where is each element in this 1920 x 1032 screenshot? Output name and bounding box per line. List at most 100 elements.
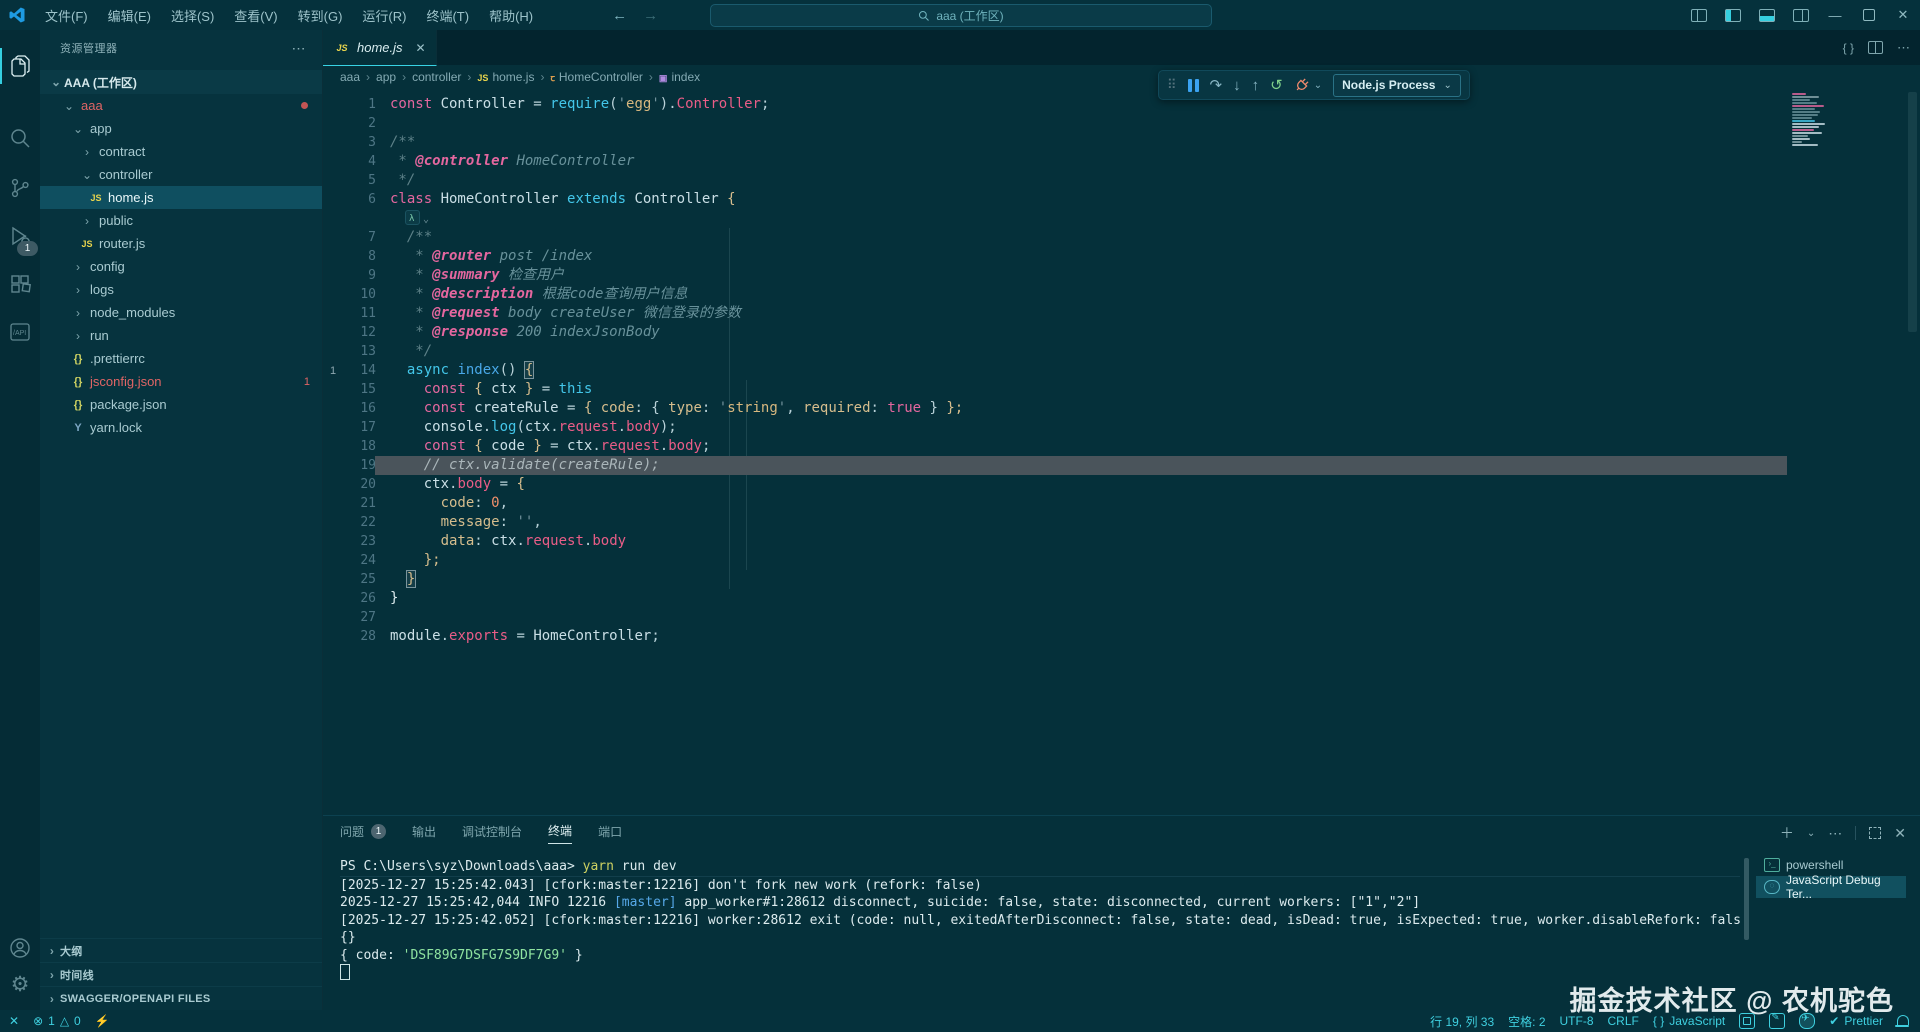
restart-icon[interactable]: ↺ — [1270, 78, 1283, 93]
tree-item-contract[interactable]: ›contract — [40, 140, 322, 163]
minimize-button[interactable]: — — [1818, 0, 1852, 30]
nav-back-icon[interactable]: ← — [612, 7, 627, 24]
menu-item-3[interactable]: 查看(V) — [225, 3, 286, 28]
command-center-search[interactable]: aaa (工作区) — [710, 4, 1212, 27]
tree-item-label: run — [90, 328, 109, 343]
pause-icon[interactable] — [1188, 79, 1199, 92]
code-line: 7 /** — [322, 228, 1920, 247]
close-panel-icon[interactable]: ✕ — [1894, 825, 1906, 842]
activity-extensions-icon[interactable] — [0, 262, 40, 306]
status-misc-icon[interactable]: ⚡ — [88, 1010, 117, 1032]
tree-item-router.js[interactable]: JSrouter.js — [40, 232, 322, 255]
tree-item-label: .prettierrc — [90, 351, 145, 366]
terminal-instance-1[interactable]: ◌JavaScript Debug Ter... — [1756, 876, 1906, 898]
activity-run-debug-icon[interactable]: 1 — [0, 214, 40, 258]
tab-close-icon[interactable]: ✕ — [416, 41, 426, 55]
toggle-sidebar-icon[interactable] — [1716, 0, 1750, 30]
tree-item-jsconfig.json[interactable]: {}jsconfig.json1 — [40, 370, 322, 393]
close-button[interactable]: ✕ — [1886, 0, 1920, 30]
debug-session-select[interactable]: Node.js Process ⌄ — [1333, 74, 1461, 97]
status-cursor-position[interactable]: 行 19, 列 33 — [1423, 1010, 1501, 1032]
toggle-panel-icon[interactable] — [1750, 0, 1784, 30]
code-line: 24 }; — [322, 551, 1920, 570]
search-icon — [918, 10, 930, 22]
status-indentation[interactable]: 空格: 2 — [1501, 1010, 1552, 1032]
step-out-icon[interactable]: ↑ — [1252, 78, 1260, 93]
chevron-down-icon[interactable]: ⌄ — [1314, 80, 1322, 91]
sidebar-section-1[interactable]: ›时间线 — [40, 962, 322, 986]
sidebar-section-2[interactable]: ›SWAGGER/OPENAPI FILES — [40, 986, 322, 1010]
code-line: 4 * @controller HomeController — [322, 152, 1920, 171]
menu-item-6[interactable]: 终端(T) — [417, 3, 478, 28]
code-line: 25 } — [322, 570, 1920, 589]
tree-item-label: yarn.lock — [90, 420, 142, 435]
breadcrumb-item-1[interactable]: app — [376, 70, 396, 84]
tree-item-package.json[interactable]: {}package.json — [40, 393, 322, 416]
explorer-more-actions-icon[interactable]: ⋯ — [292, 40, 307, 57]
terminal-profile-chevron-icon[interactable]: ⌄ — [1807, 828, 1815, 839]
restore-button[interactable] — [1852, 0, 1886, 30]
breadcrumb-item-0[interactable]: aaa — [340, 70, 360, 84]
toggle-secondary-sidebar-icon[interactable] — [1784, 0, 1818, 30]
code-line: 15 const { ctx } = this — [322, 380, 1920, 399]
line-number: 12 — [322, 323, 376, 342]
menu-item-0[interactable]: 文件(F) — [36, 3, 97, 28]
tree-item-home.js[interactable]: JShome.js — [40, 186, 322, 209]
tree-item-.prettierrc[interactable]: {}.prettierrc — [40, 347, 322, 370]
panel-tab-2[interactable]: 调试控制台 — [462, 823, 522, 844]
activity-source-control-icon[interactable] — [0, 166, 40, 210]
activity-search-icon[interactable] — [0, 116, 40, 160]
menu-item-4[interactable]: 转到(G) — [289, 3, 352, 28]
chevron-down-icon[interactable]: ⌄ — [423, 214, 429, 225]
panel-tab-4[interactable]: 端口 — [598, 823, 622, 844]
tab-home-js[interactable]: JS home.js ✕ — [322, 30, 437, 66]
drag-grip-icon[interactable]: ⠿ — [1167, 77, 1177, 93]
tree-item-config[interactable]: ›config — [40, 255, 322, 278]
minimap[interactable] — [1788, 92, 1840, 147]
format-braces-icon[interactable]: { } — [1843, 41, 1854, 55]
remote-indicator-icon[interactable]: ✕ — [2, 1010, 26, 1032]
terminal-output[interactable]: PS C:\Users\syz\Downloads\aaa> yarn run … — [340, 858, 1740, 984]
swagger-codelens-icon[interactable] — [405, 210, 420, 225]
problems-status[interactable]: ⊗ 1 △ 0 — [26, 1010, 88, 1032]
tree-item-controller[interactable]: ⌄controller — [40, 163, 322, 186]
breadcrumb-item-4[interactable]: ꞇHomeController — [550, 70, 642, 84]
maximize-panel-icon[interactable] — [1869, 827, 1881, 839]
breadcrumb-item-3[interactable]: JShome.js — [477, 70, 534, 84]
terminal-scrollbar[interactable] — [1744, 858, 1749, 940]
editor-more-actions-icon[interactable]: ⋯ — [1897, 40, 1910, 56]
warning-icon: △ — [60, 1014, 69, 1028]
panel-more-actions-icon[interactable]: ⋯ — [1828, 825, 1842, 842]
code-editor[interactable]: 1const Controller = require('egg').Contr… — [322, 88, 1920, 815]
split-editor-icon[interactable] — [1868, 41, 1883, 54]
activity-swagger-api-icon[interactable]: /API — [0, 310, 40, 354]
menu-item-7[interactable]: 帮助(H) — [480, 3, 542, 28]
tree-item-run[interactable]: ›run — [40, 324, 322, 347]
panel-tab-3[interactable]: 终端 — [548, 822, 572, 844]
sidebar-section-0[interactable]: ›大纲 — [40, 938, 322, 962]
tree-item-node_modules[interactable]: ›node_modules — [40, 301, 322, 324]
editor-scrollbar[interactable] — [1908, 92, 1917, 332]
customize-layout-icon[interactable] — [1682, 0, 1716, 30]
new-terminal-icon[interactable]: ＋ — [1780, 823, 1794, 843]
breadcrumb-item-5[interactable]: ▣index — [659, 70, 700, 84]
workspace-root-row[interactable]: ⌄ AAA (工作区) — [40, 70, 322, 94]
nav-forward-icon[interactable]: → — [643, 7, 658, 24]
activity-explorer-icon[interactable] — [0, 44, 40, 88]
tree-item-logs[interactable]: ›logs — [40, 278, 322, 301]
settings-gear-icon[interactable]: ⚙ — [0, 962, 40, 1006]
step-over-icon[interactable]: ↷ — [1210, 78, 1223, 93]
menu-item-1[interactable]: 编辑(E) — [99, 3, 160, 28]
disconnect-icon[interactable] — [1290, 74, 1313, 97]
menu-item-5[interactable]: 运行(R) — [353, 3, 415, 28]
step-into-icon[interactable]: ↓ — [1233, 78, 1241, 93]
tree-item-app[interactable]: ⌄app — [40, 117, 322, 140]
panel-tab-1[interactable]: 输出 — [412, 823, 436, 844]
tree-item-aaa[interactable]: ⌄aaa — [40, 94, 322, 117]
chevron-right-icon: › — [70, 260, 86, 274]
menu-item-2[interactable]: 选择(S) — [162, 3, 223, 28]
panel-tab-0[interactable]: 问题1 — [340, 823, 386, 844]
breadcrumb-item-2[interactable]: controller — [412, 70, 461, 84]
tree-item-public[interactable]: ›public — [40, 209, 322, 232]
tree-item-yarn.lock[interactable]: Yyarn.lock — [40, 416, 322, 439]
